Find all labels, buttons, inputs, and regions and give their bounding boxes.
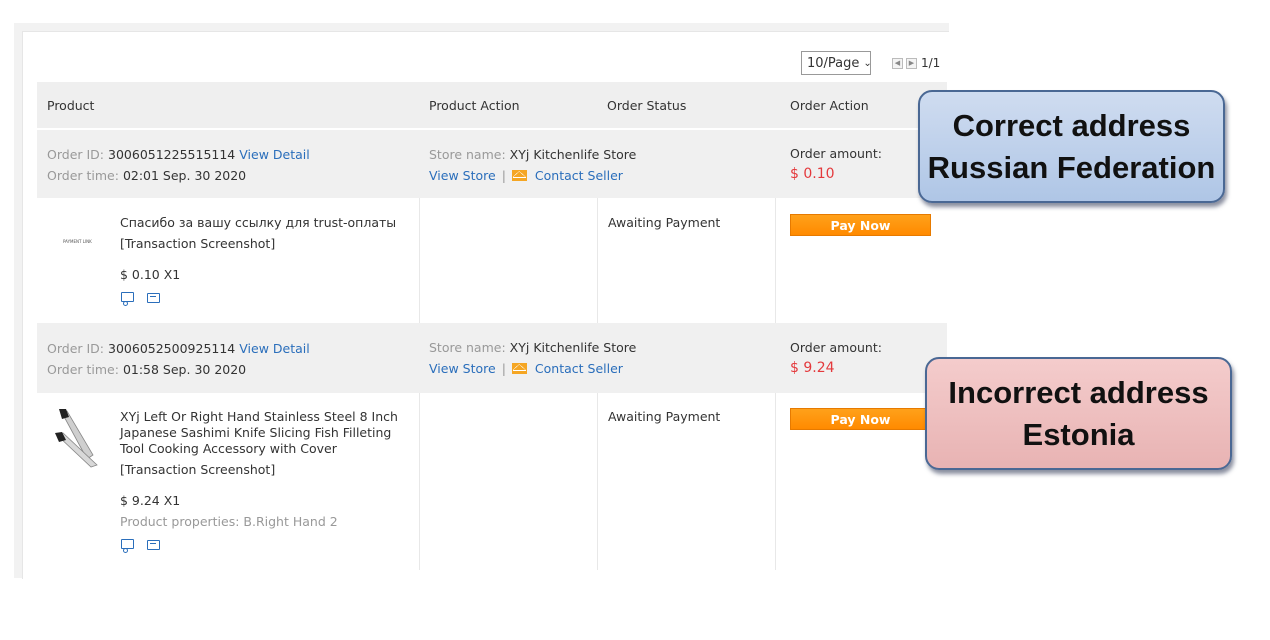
divider [597,198,598,323]
contact-seller-link[interactable]: Contact Seller [535,361,623,376]
return-icon[interactable] [147,540,160,550]
order-time: 01:58 Sep. 30 2020 [122,362,247,377]
divider [419,198,420,323]
order-id: 3006051225515114 [108,147,236,162]
callout-line-2: Estonia [1022,416,1135,452]
store-name: XYj Kitchenlife Store [509,340,637,355]
table-header: Product Product Action Order Status Orde… [37,82,947,128]
shipping-truck-icon[interactable] [121,292,134,306]
store-name: XYj Kitchenlife Store [509,147,637,162]
order-id-label: Order ID: [47,341,105,356]
mail-icon [511,170,527,181]
product-name[interactable]: XYj Left Or Right Hand Stainless Steel 8… [120,409,416,457]
prev-page-button[interactable]: ◀ [892,57,903,69]
contact-seller-link[interactable]: Contact Seller [535,168,623,183]
per-page-select[interactable]: 10/Page ⌄ [801,51,872,75]
order-time-label: Order time: [47,168,119,183]
column-order-action: Order Action [790,98,869,113]
order-item: XYj Left Or Right Hand Stainless Steel 8… [37,393,947,570]
per-page-value: 10/Page [807,55,860,71]
order-status: Awaiting Payment [608,215,721,230]
transaction-screenshot-link[interactable]: [Transaction Screenshot] [120,236,275,251]
transaction-screenshot-link[interactable]: [Transaction Screenshot] [120,462,275,477]
page-count: 1/1 [921,56,941,70]
store-name-label: Store name: [429,147,506,162]
order-status: Awaiting Payment [608,409,721,424]
shipping-truck-icon[interactable] [121,539,134,553]
product-name[interactable]: Спасибо за вашу ссылку для trust-оплаты [120,215,416,231]
price-quantity: $ 0.10 X1 [120,267,181,282]
order-id: 3006052500925114 [108,341,236,356]
divider [419,393,420,570]
callout-line-1: Incorrect address [948,374,1209,410]
order-time-label: Order time: [47,362,119,377]
next-page-button[interactable]: ▶ [906,57,917,69]
column-order-status: Order Status [607,98,687,113]
product-thumbnail[interactable]: PAYMENT LINK [49,226,105,256]
return-icon[interactable] [147,293,160,303]
column-product-action: Product Action [429,98,520,113]
divider [597,393,598,570]
store-name-label: Store name: [429,340,506,355]
order-header: Order ID: 3006052500925114 View Detail O… [37,323,947,393]
view-detail-link[interactable]: View Detail [239,147,309,162]
incorrect-address-callout: Incorrect address Estonia [925,357,1232,470]
order-amount-label: Order amount: [790,340,882,355]
divider [775,198,776,323]
order-amount-label: Order amount: [790,146,882,161]
column-product: Product [47,98,95,113]
thumbnail-text: PAYMENT LINK [63,239,92,244]
divider [775,393,776,570]
view-detail-link[interactable]: View Detail [239,341,309,356]
separator: | [501,168,506,183]
pay-now-button[interactable]: Pay Now [790,214,931,236]
price-quantity: $ 9.24 X1 [120,493,181,508]
correct-address-callout: Correct address Russian Federation [918,90,1225,203]
pay-now-button[interactable]: Pay Now [790,408,931,430]
order-item: PAYMENT LINK Спасибо за вашу ссылку для … [37,198,947,323]
callout-line-2: Russian Federation [927,149,1216,185]
knife-product-image[interactable] [53,407,105,469]
order-id-label: Order ID: [47,147,105,162]
view-store-link[interactable]: View Store [429,361,496,376]
chevron-down-icon: ⌄ [863,57,872,69]
separator: | [501,361,506,376]
callout-line-1: Correct address [952,107,1191,143]
order-time: 02:01 Sep. 30 2020 [122,168,247,183]
mail-icon [511,363,527,374]
order-amount: $ 9.24 [790,360,835,376]
view-store-link[interactable]: View Store [429,168,496,183]
product-properties: Product properties: B.Right Hand 2 [120,514,338,529]
pager: 10/Page ⌄ ◀ ▶ 1/1 [801,51,940,75]
order-amount: $ 0.10 [790,166,835,182]
order-header: Order ID: 3006051225515114 View Detail O… [37,130,947,198]
